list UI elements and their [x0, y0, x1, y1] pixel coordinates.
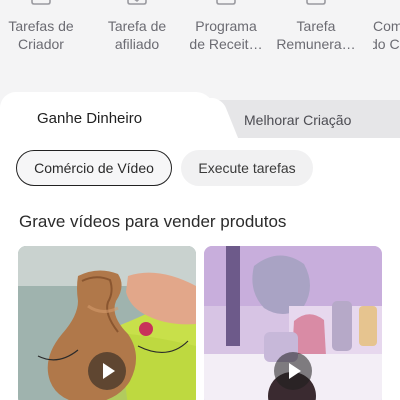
paid-task-icon [306, 0, 326, 5]
shortcut-strip: Tarefas de Criador Tarefa de afiliado Pr… [0, 0, 400, 92]
play-icon[interactable] [274, 352, 312, 390]
shortcut-label-line1: Tarefa [296, 18, 336, 34]
shortcut-label-line2: de Receit… [189, 36, 263, 52]
shortcut-affiliate-task[interactable]: Tarefa de afiliado [97, 0, 177, 92]
revenue-program-icon [216, 0, 236, 5]
tab-earn-money[interactable]: Ganhe Dinheiro [0, 92, 214, 138]
shortcut-creator-tasks[interactable]: Tarefas de Criador [1, 0, 81, 92]
video-card[interactable] [204, 246, 382, 400]
shortcut-label-line2: afiliado [114, 36, 160, 52]
shortcut-paid-task[interactable]: Tarefa Remunera… [276, 0, 356, 92]
section-title: Grave vídeos para vender produtos [19, 212, 287, 231]
shortcut-label-line1: Programa [195, 18, 257, 34]
shortcut-label-line2: Criador [18, 36, 64, 52]
play-icon[interactable] [88, 352, 126, 390]
tab-label: Ganhe Dinheiro [37, 110, 143, 127]
video-card[interactable] [18, 246, 196, 400]
chip-video-commerce[interactable]: Comércio de Vídeo [16, 150, 172, 186]
shortcut-label-line1: Tarefas de [8, 18, 74, 34]
shortcut-revenue-program[interactable]: Programa de Receit… [186, 0, 266, 92]
tab-label: Melhorar Criação [244, 112, 352, 128]
community-icon [378, 0, 390, 6]
task-icon [31, 0, 51, 5]
chip-execute-tasks[interactable]: Execute tarefas [181, 150, 313, 186]
shortcut-community[interactable]: Com do Cr [368, 0, 400, 92]
affiliate-icon [127, 0, 147, 5]
shortcut-label-line2: do Cr [373, 36, 400, 52]
shortcut-label-line1: Com [373, 18, 400, 34]
shortcut-label-line2: Remunera… [276, 36, 356, 52]
shortcut-label-line1: Tarefa de [107, 18, 167, 34]
